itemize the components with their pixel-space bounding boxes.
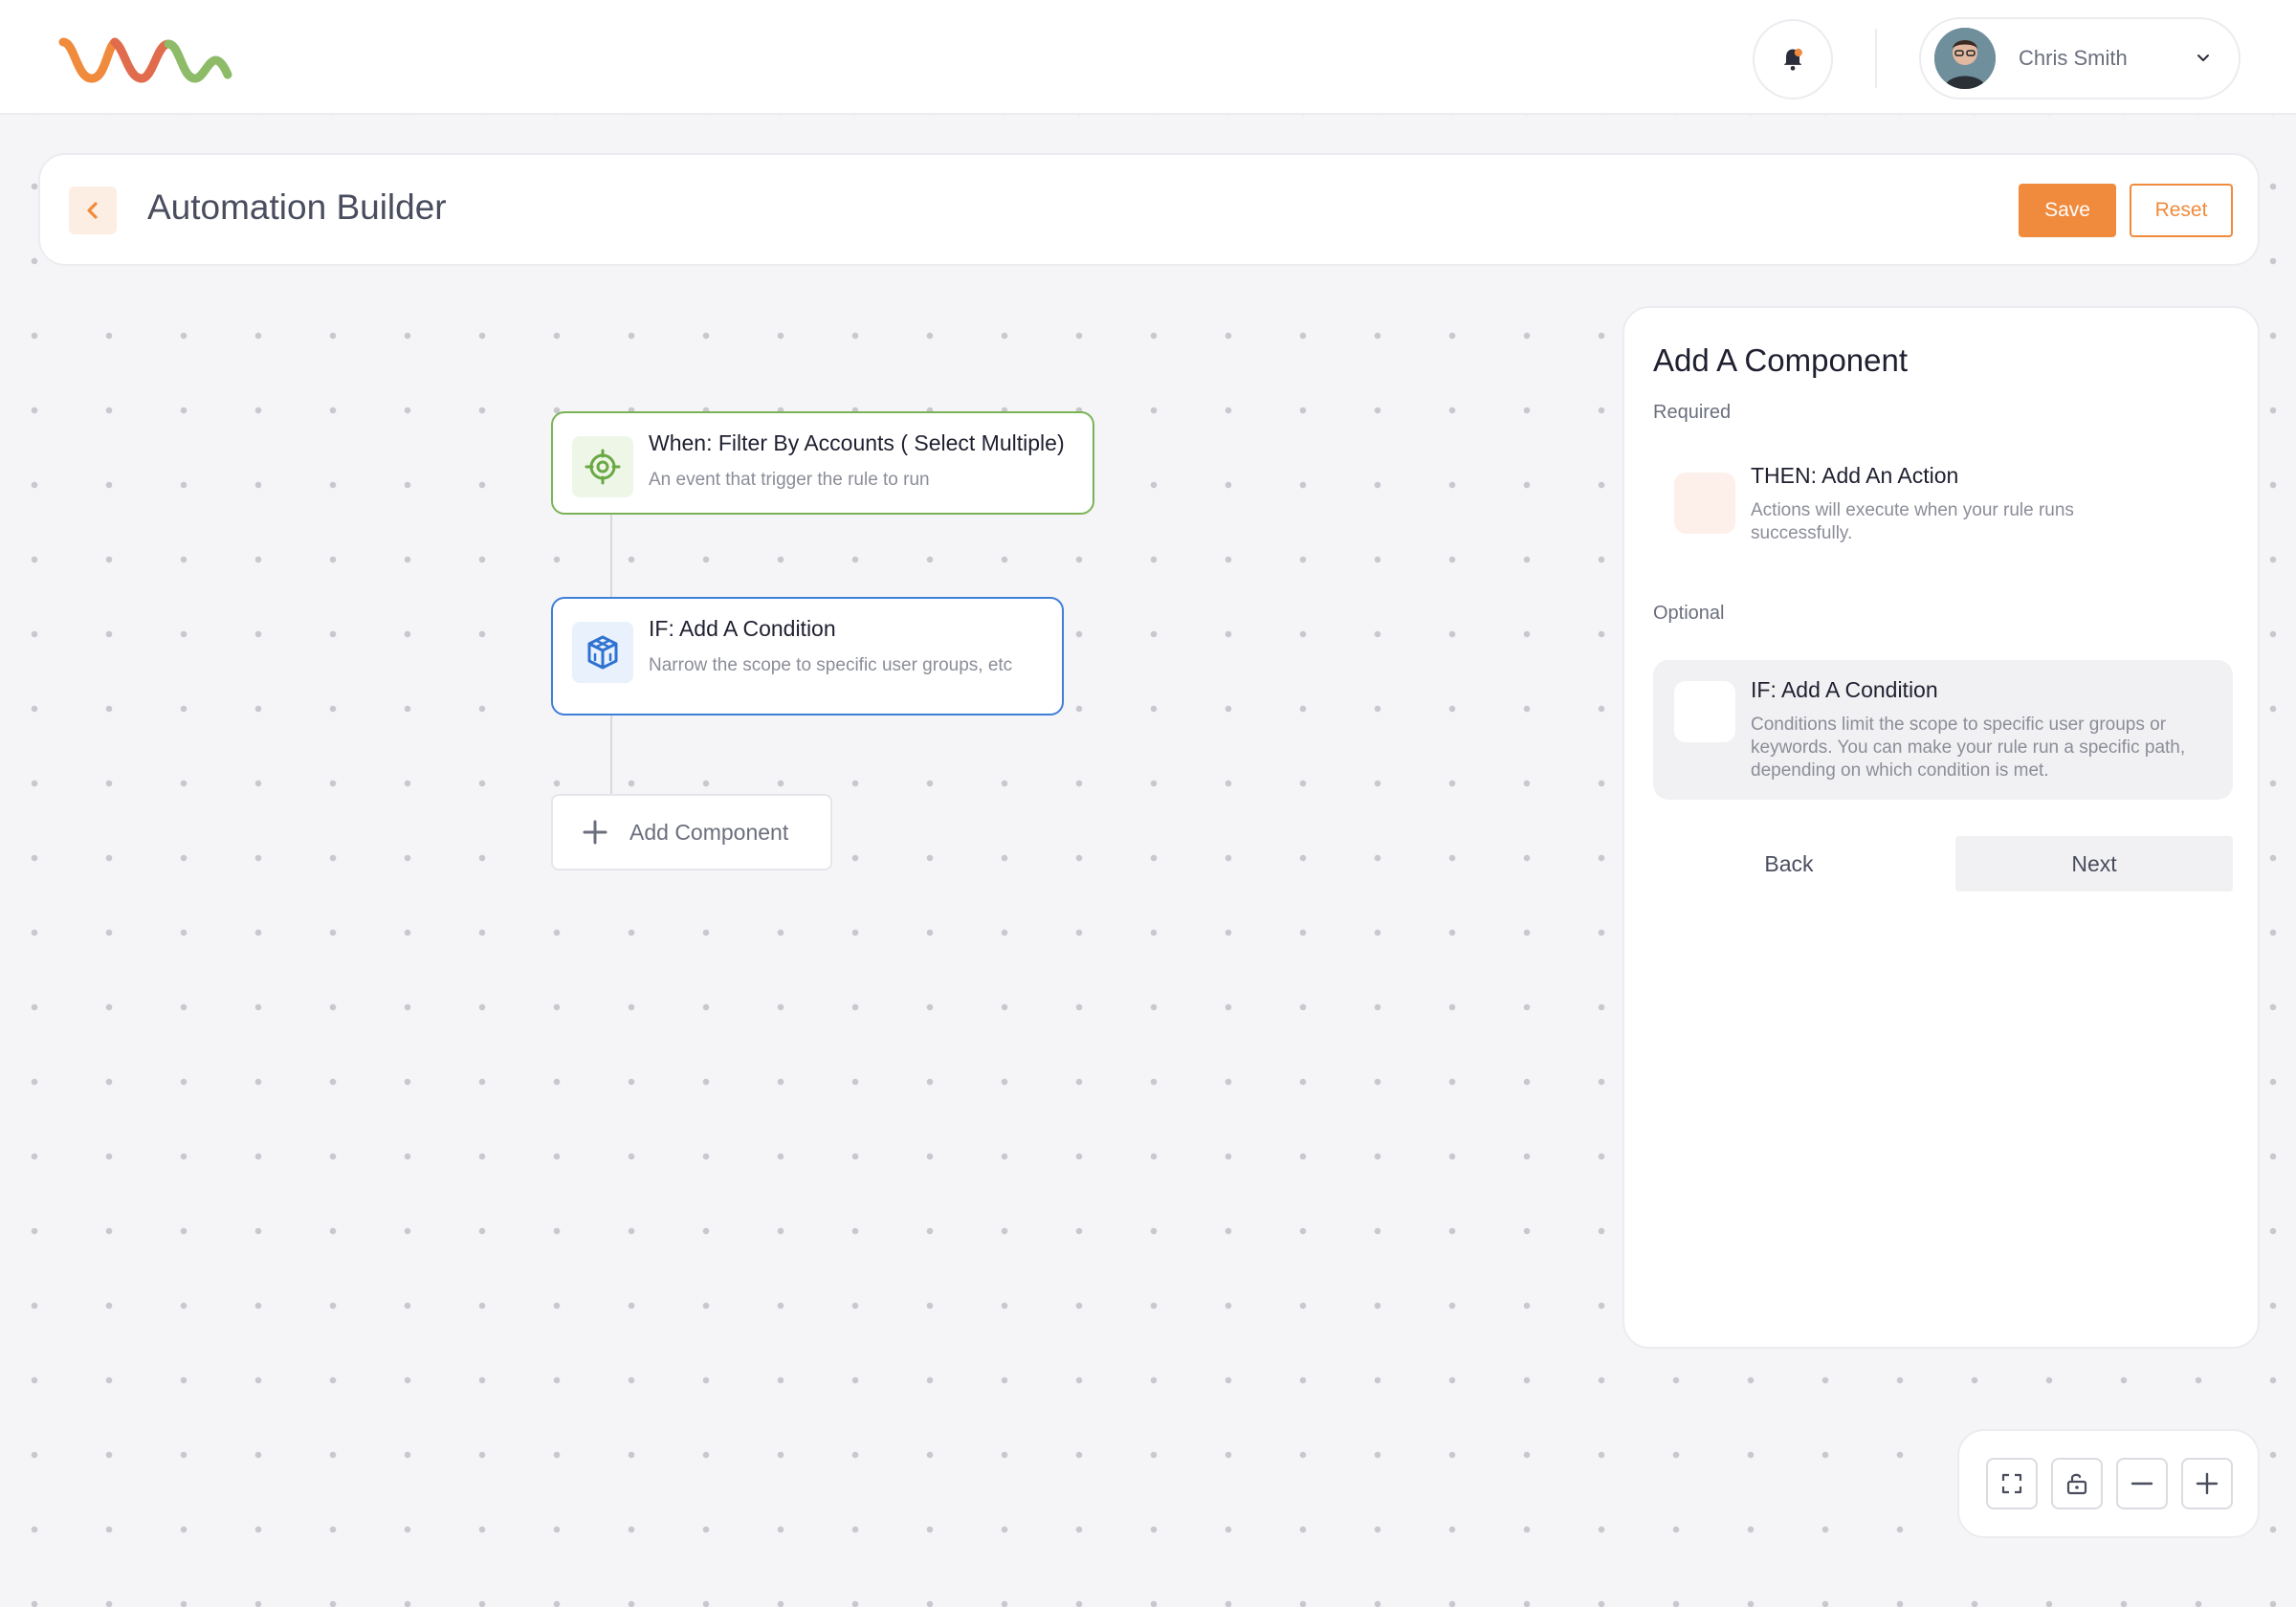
notifications-button[interactable] — [1753, 19, 1833, 99]
option-title: THEN: Add An Action — [1751, 463, 1959, 488]
back-button[interactable] — [69, 187, 117, 234]
add-component-panel: Add A Component Required THEN: Add An Ac… — [1623, 306, 2260, 1349]
user-name: Chris Smith — [2019, 46, 2128, 70]
top-header: Chris Smith — [0, 0, 2296, 115]
canvas-controls — [1957, 1429, 2260, 1538]
save-button[interactable]: Save — [2019, 184, 2116, 237]
zoom-in-icon — [2196, 1472, 2219, 1495]
lock-button[interactable] — [2051, 1458, 2103, 1509]
fullscreen-button[interactable] — [1986, 1458, 2038, 1509]
wave-logo[interactable] — [57, 31, 235, 86]
chevron-left-icon — [87, 202, 98, 219]
zoom-out-button[interactable] — [2116, 1458, 2168, 1509]
cube-icon — [587, 635, 618, 670]
option-add-action[interactable]: THEN: Add An Action Actions will execute… — [1653, 450, 2233, 557]
reset-button[interactable]: Reset — [2130, 184, 2233, 237]
condition-description: Narrow the scope to specific user groups… — [649, 655, 1013, 675]
panel-title: Add A Component — [1653, 342, 1909, 378]
zoom-out-icon — [2130, 1482, 2153, 1486]
flow-connector — [610, 715, 612, 794]
add-component-label: Add Component — [629, 819, 789, 845]
option-add-condition[interactable]: IF: Add A Condition Conditions limit the… — [1653, 660, 2233, 800]
unlock-icon — [2066, 1473, 2087, 1495]
fullscreen-icon — [2001, 1473, 2022, 1494]
required-label: Required — [1653, 402, 1732, 423]
user-menu[interactable]: Chris Smith — [1919, 17, 2241, 99]
option-description: Conditions limit the scope to specific u… — [1751, 715, 2186, 781]
page-toolbar: Automation Builder Save Reset — [38, 153, 2260, 266]
trigger-icon-box — [572, 436, 633, 497]
panel-back-button[interactable]: Back — [1653, 836, 1925, 892]
plus-icon — [583, 820, 607, 845]
option-title: IF: Add A Condition — [1751, 677, 1938, 702]
trigger-title: When: Filter By Accounts ( Select Multip… — [649, 430, 1065, 455]
add-component-button[interactable]: Add Component — [551, 794, 832, 870]
page-title: Automation Builder — [147, 187, 447, 227]
optional-label: Optional — [1653, 603, 1725, 624]
chevron-down-icon — [2197, 55, 2209, 61]
panel-next-button[interactable]: Next — [1955, 836, 2233, 892]
action-icon-placeholder — [1674, 473, 1735, 534]
header-divider — [1875, 29, 1877, 88]
condition-node[interactable]: IF: Add A Condition Narrow the scope to … — [551, 597, 1064, 715]
zoom-in-button[interactable] — [2181, 1458, 2233, 1509]
trigger-description: An event that trigger the rule to run — [649, 470, 930, 490]
trigger-node[interactable]: When: Filter By Accounts ( Select Multip… — [551, 411, 1094, 515]
option-description: Actions will execute when your rule runs… — [1751, 500, 2074, 543]
condition-icon-box — [572, 622, 633, 683]
bell-icon — [1783, 48, 1802, 71]
flow-connector — [610, 515, 612, 597]
avatar — [1934, 28, 1996, 89]
condition-icon-placeholder — [1674, 681, 1735, 742]
condition-title: IF: Add A Condition — [649, 616, 836, 641]
target-icon — [585, 449, 621, 485]
